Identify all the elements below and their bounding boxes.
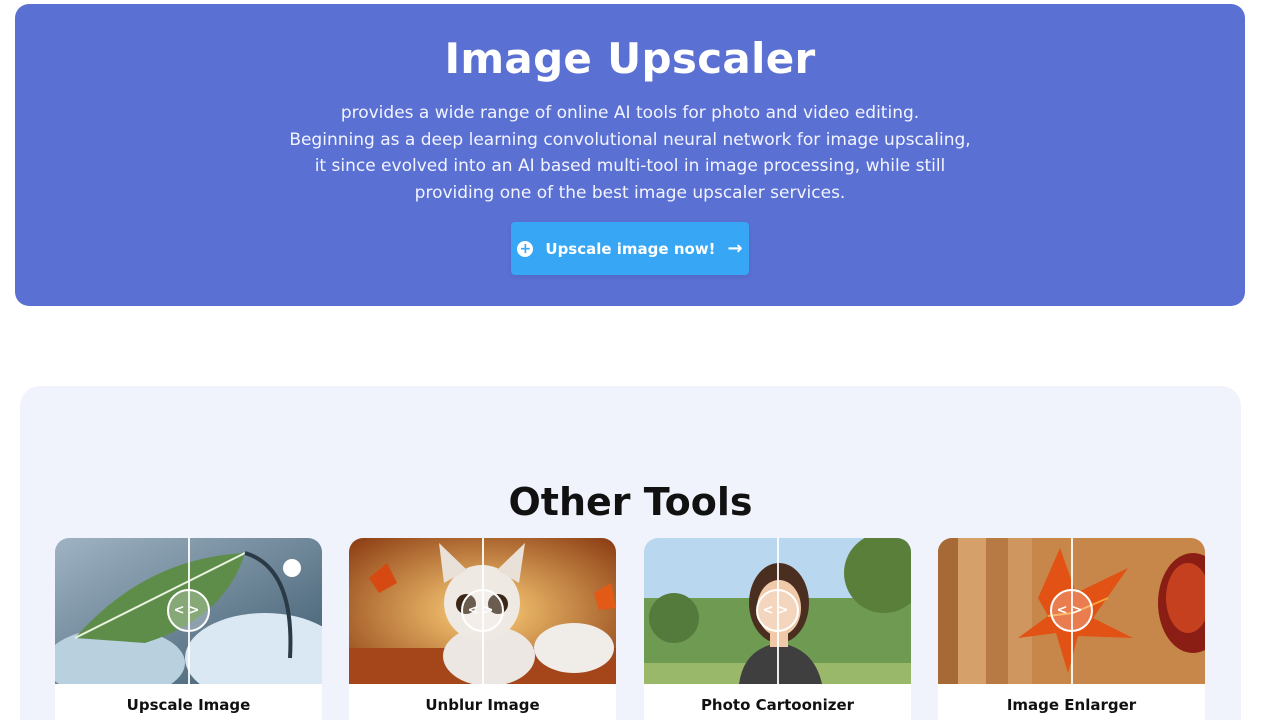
compare-slider-handle[interactable]: <> — [756, 589, 799, 632]
compare-slider-handle[interactable]: <> — [167, 589, 210, 632]
hero-description-line: it since evolved into an AI based multi-… — [314, 156, 946, 176]
compare-slider-handle[interactable]: <> — [1050, 589, 1093, 632]
hero-banner: Image Upscaler provides a wide range of … — [15, 4, 1245, 306]
tool-card-unblur-image[interactable]: <> Unblur Image — [349, 538, 616, 720]
arrow-right-icon: → — [727, 238, 743, 259]
tool-card-label: Upscale Image — [126, 696, 251, 714]
page-title: Image Upscaler — [444, 34, 816, 83]
tool-card-label: Image Enlarger — [1006, 696, 1137, 714]
tool-card-photo-cartoonizer[interactable]: <> Photo Cartoonizer — [644, 538, 911, 720]
tool-card-image-enlarger[interactable]: <> Image Enlarger — [938, 538, 1205, 720]
hero-description-line: Beginning as a deep learning convolution… — [289, 129, 971, 150]
upscale-now-label: Upscale image now! — [545, 239, 716, 258]
other-tools-section: Other Tools <> Upscale Image <> Unblur I… — [20, 386, 1241, 720]
hero-description-line: provides a wide range of online AI tools… — [340, 103, 920, 123]
tool-card-label: Unblur Image — [425, 696, 540, 714]
hero-description: provides a wide range of online AI tools… — [270, 100, 990, 206]
tool-card-upscale-image[interactable]: <> Upscale Image — [55, 538, 322, 720]
upscale-now-button[interactable]: + Upscale image now! → — [511, 222, 749, 275]
section-heading: Other Tools — [508, 480, 753, 524]
tool-card-label: Photo Cartoonizer — [700, 696, 855, 714]
plus-circle-icon: + — [517, 240, 534, 257]
compare-slider-handle[interactable]: <> — [461, 589, 504, 632]
hero-description-line: providing one of the best image upscaler… — [414, 182, 846, 203]
